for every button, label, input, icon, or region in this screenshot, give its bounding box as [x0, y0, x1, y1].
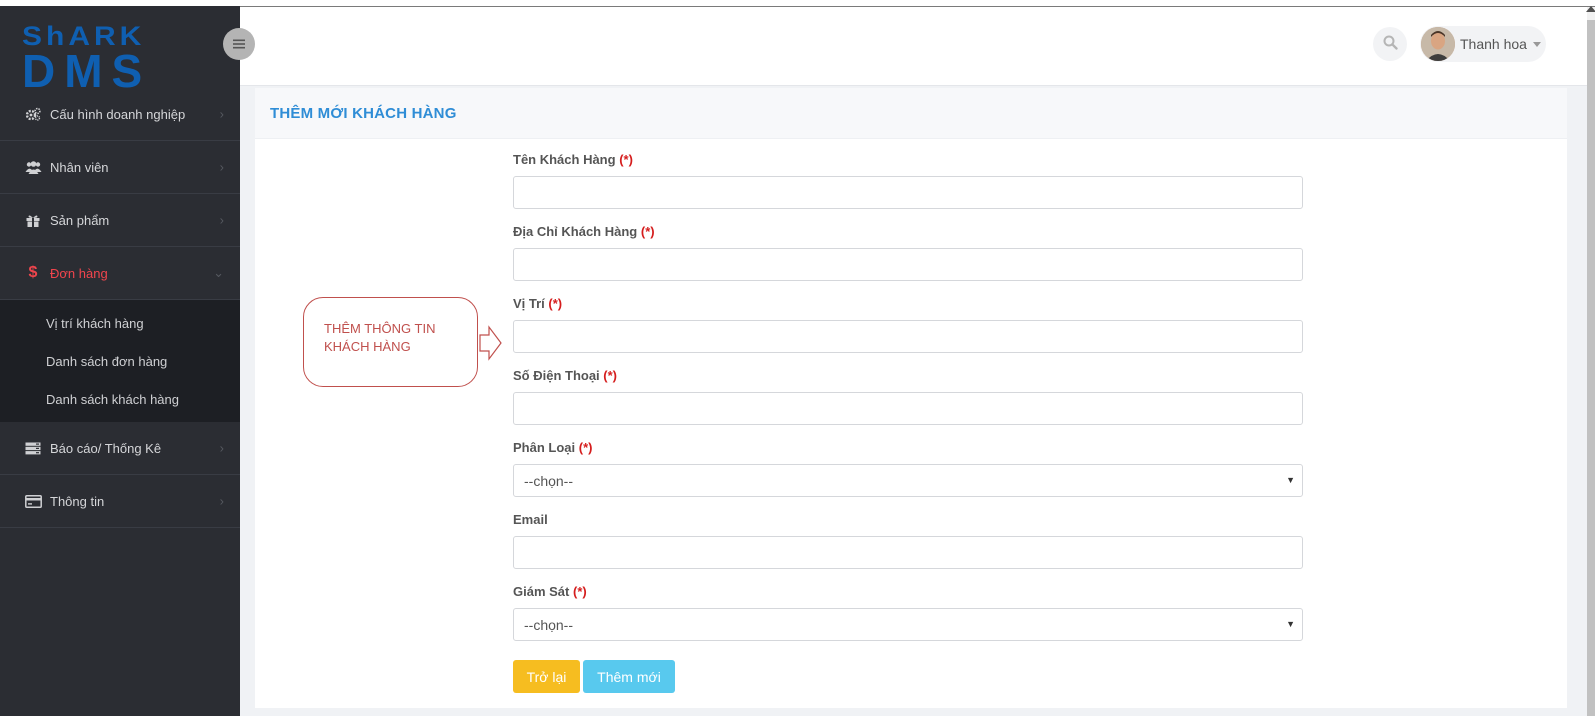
required-mark: (*): [548, 296, 563, 311]
submenu-item-customer-location[interactable]: Vị trí khách hàng: [0, 304, 240, 342]
avatar: [1421, 27, 1455, 61]
sidebar: ShARK DMS Cấu hình doanh nghiệp › Nhân v…: [0, 6, 240, 716]
sidebar-item-products[interactable]: Sản phẩm ›: [0, 194, 240, 247]
sidebar-item-label: Đơn hàng: [50, 265, 108, 281]
add-new-button[interactable]: Thêm mới: [583, 660, 675, 693]
supervisor-label: Giám Sát (*): [513, 584, 587, 599]
user-menu[interactable]: Thanh hoa: [1420, 26, 1546, 62]
caret-down-icon: [1532, 41, 1541, 47]
chevron-right-icon: ›: [219, 159, 224, 175]
logo[interactable]: ShARK DMS: [22, 20, 227, 96]
category-label: Phân Loại (*): [513, 440, 593, 455]
category-select[interactable]: --chọn-- ▼: [513, 464, 1303, 497]
sidebar-item-label: Cấu hình doanh nghiệp: [50, 106, 186, 122]
address-group: Địa Chỉ Khách Hàng (*): [513, 222, 1303, 294]
sidebar-item-business-config[interactable]: Cấu hình doanh nghiệp ›: [0, 88, 240, 141]
sidebar-item-staff[interactable]: Nhân viên ›: [0, 141, 240, 194]
gears-icon: [24, 107, 42, 121]
location-group: Vị Trí (*): [513, 294, 1303, 366]
annotation-arrow-icon: [479, 325, 502, 361]
customer-name-input[interactable]: [513, 176, 1303, 209]
sidebar-item-reports[interactable]: Báo cáo/ Thống Kê ›: [0, 422, 240, 475]
category-selected-value: --chọn--: [524, 472, 574, 489]
scroll-up-arrow-icon[interactable]: [1586, 6, 1595, 12]
phone-input[interactable]: [513, 392, 1303, 425]
customer-name-label: Tên Khách Hàng (*): [513, 152, 633, 167]
search-button[interactable]: [1373, 27, 1407, 61]
submenu-item-customer-list[interactable]: Danh sách khách hàng: [0, 380, 240, 418]
page-title: THÊM MỚI KHÁCH HÀNG: [270, 104, 457, 122]
panel-header: THÊM MỚI KHÁCH HÀNG: [255, 88, 1567, 139]
supervisor-selected-value: --chọn--: [524, 616, 574, 633]
chevron-right-icon: ›: [219, 212, 224, 228]
dropdown-arrow-icon: ▼: [1286, 475, 1295, 485]
sidebar-item-label: Thông tin: [50, 493, 105, 509]
credit-card-icon: [24, 494, 42, 508]
back-button[interactable]: Trở lại: [513, 660, 580, 693]
top-header: Thanh hoa: [240, 7, 1587, 86]
location-input[interactable]: [513, 320, 1303, 353]
sidebar-item-info[interactable]: Thông tin ›: [0, 475, 240, 528]
required-mark: (*): [603, 368, 618, 383]
address-input[interactable]: [513, 248, 1303, 281]
required-mark: (*): [619, 152, 633, 167]
supervisor-select[interactable]: --chọn-- ▼: [513, 608, 1303, 641]
gift-icon: [24, 213, 42, 227]
chevron-right-icon: ›: [219, 106, 224, 122]
chevron-right-icon: ›: [219, 493, 224, 509]
email-label: Email: [513, 512, 548, 527]
sidebar-menu: Cấu hình doanh nghiệp › Nhân viên › Sản …: [0, 88, 240, 528]
annotation-line2: KHÁCH HÀNG: [324, 339, 411, 354]
add-customer-panel: THÊM MỚI KHÁCH HÀNG Tên Khách Hàng (*) Đ…: [255, 88, 1567, 708]
chevron-down-icon: ⌄: [213, 265, 224, 280]
dollar-icon: $: [28, 264, 38, 281]
annotation-callout: THÊM THÔNG TIN KHÁCH HÀNG: [303, 297, 478, 387]
sidebar-item-label: Báo cáo/ Thống Kê: [50, 440, 162, 456]
supervisor-group: Giám Sát (*) --chọn-- ▼: [513, 582, 1303, 654]
required-mark: (*): [572, 584, 587, 599]
phone-group: Số Điện Thoại (*): [513, 366, 1303, 438]
customer-name-group: Tên Khách Hàng (*): [513, 150, 1303, 222]
dropdown-arrow-icon: ▼: [1286, 619, 1295, 629]
annotation-line1: THÊM THÔNG TIN: [324, 321, 436, 336]
chevron-right-icon: ›: [219, 440, 224, 456]
orders-submenu: Vị trí khách hàng Danh sách đơn hàng Dan…: [0, 300, 240, 422]
email-input[interactable]: [513, 536, 1303, 569]
phone-label: Số Điện Thoại (*): [513, 368, 618, 383]
hamburger-icon: [233, 37, 245, 52]
required-mark: (*): [640, 224, 655, 239]
submenu-item-order-list[interactable]: Danh sách đơn hàng: [0, 342, 240, 380]
sidebar-toggle-button[interactable]: [223, 28, 255, 60]
form-actions: Trở lại Thêm mới: [513, 660, 675, 693]
required-mark: (*): [578, 440, 593, 455]
server-icon: [24, 441, 42, 455]
sidebar-item-orders[interactable]: $ Đơn hàng ⌄: [0, 247, 240, 300]
search-icon: [1383, 35, 1398, 53]
scrollbar-thumb[interactable]: [1587, 20, 1595, 716]
add-customer-form: Tên Khách Hàng (*) Địa Chỉ Khách Hàng (*…: [513, 150, 1303, 654]
sidebar-item-label: Sản phẩm: [50, 212, 110, 228]
email-group: Email: [513, 510, 1303, 582]
address-label: Địa Chỉ Khách Hàng (*): [513, 224, 655, 239]
users-icon: [24, 160, 42, 174]
sidebar-item-label: Nhân viên: [50, 159, 109, 175]
user-name: Thanh hoa: [1460, 36, 1527, 52]
category-group: Phân Loại (*) --chọn-- ▼: [513, 438, 1303, 510]
location-label: Vị Trí (*): [513, 296, 563, 311]
